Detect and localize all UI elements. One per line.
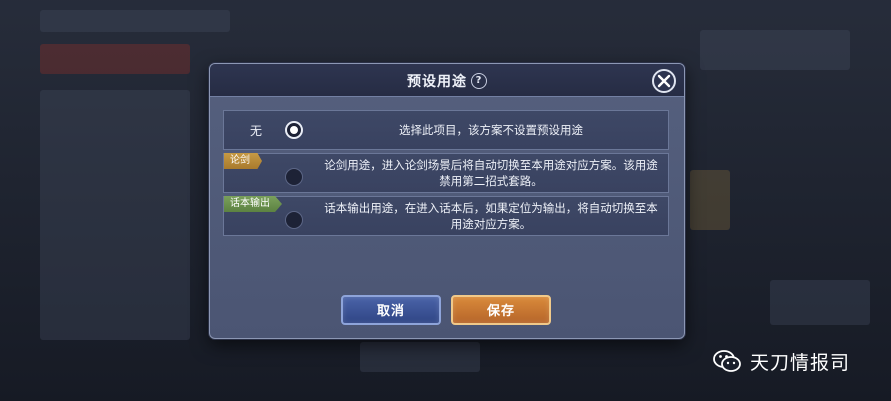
option-story-dps-description: 话本输出用途，在进入话本后，如果定位为输出，将自动切换至本用途对应方案。 (324, 201, 658, 231)
option-none-radio[interactable] (285, 121, 303, 139)
close-icon (657, 74, 671, 88)
watermark: 天刀情报司 (712, 347, 850, 375)
option-pvp-description: 论剑用途，进入论剑场景后将自动切换至本用途对应方案。该用途禁用第二招式套路。 (324, 158, 658, 188)
close-button[interactable] (652, 69, 676, 93)
option-story-dps[interactable]: 话本输出 话本输出用途，在进入话本后，如果定位为输出，将自动切换至本用途对应方案… (223, 196, 669, 236)
option-pvp-radio[interactable] (285, 168, 303, 186)
option-pvp-tag: 论剑 (224, 153, 262, 169)
option-story-dps-tag: 话本输出 (224, 196, 282, 212)
option-none-description: 选择此项目，该方案不设置预设用途 (399, 123, 583, 137)
option-none[interactable]: 无 选择此项目，该方案不设置预设用途 (223, 110, 669, 150)
watermark-text: 天刀情报司 (750, 351, 851, 374)
preset-usage-dialog: 预设用途? 无 选择此项目，该方案不设置预设用途 论剑 论剑用途，进入论剑场景后… (209, 63, 685, 339)
option-pvp[interactable]: 论剑 论剑用途，进入论剑场景后将自动切换至本用途对应方案。该用途禁用第二招式套路… (223, 153, 669, 193)
cancel-button[interactable]: 取消 (341, 295, 441, 325)
option-none-label: 无 (250, 124, 263, 138)
wechat-icon (713, 350, 741, 372)
dialog-header: 预设用途? (210, 64, 684, 97)
dialog-title: 预设用途? (210, 71, 684, 91)
option-story-dps-radio[interactable] (285, 211, 303, 229)
save-button[interactable]: 保存 (451, 295, 551, 325)
help-icon[interactable]: ? (471, 73, 487, 89)
dialog-title-text: 预设用途 (407, 74, 467, 90)
